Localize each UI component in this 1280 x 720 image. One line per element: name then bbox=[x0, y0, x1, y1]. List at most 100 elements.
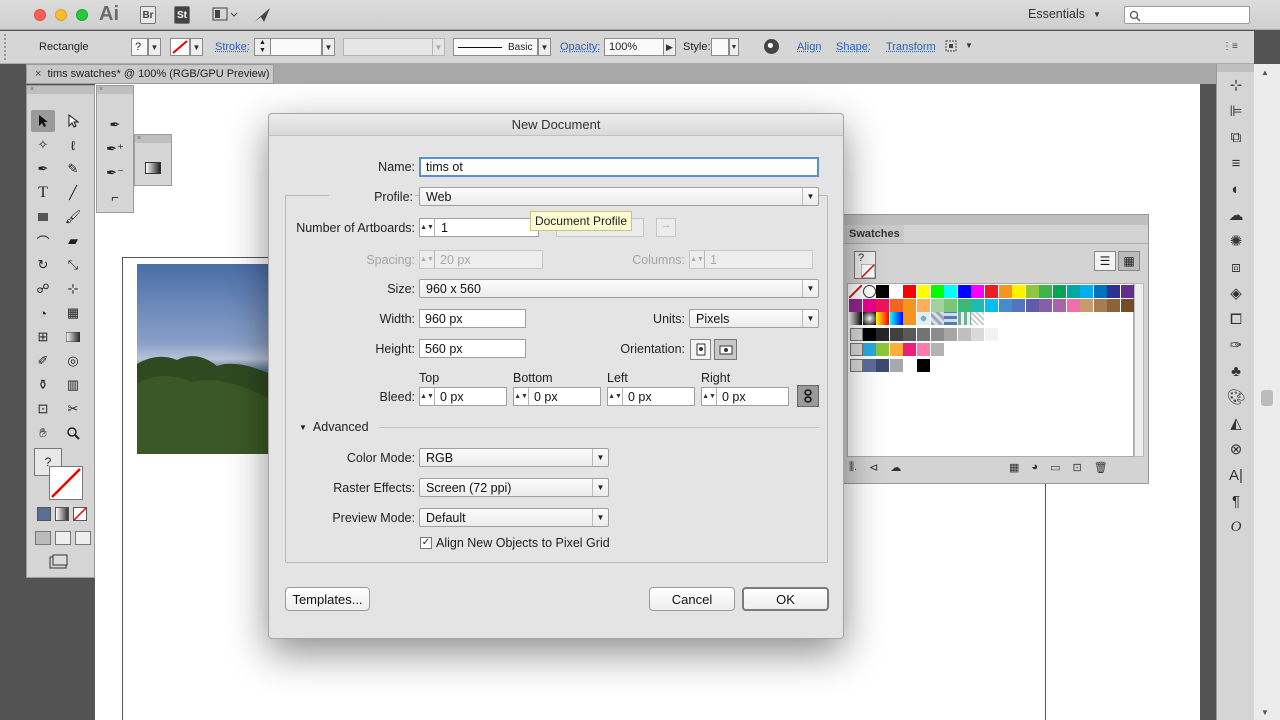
control-bar-grip[interactable] bbox=[4, 34, 9, 60]
bleed-left-input[interactable]: ▲▼ 0 px bbox=[607, 387, 695, 406]
swatch[interactable] bbox=[1053, 285, 1066, 298]
lasso-tool-icon[interactable]: ℓ bbox=[61, 134, 85, 156]
align-link[interactable]: Align bbox=[797, 41, 821, 53]
swatch[interactable] bbox=[944, 285, 957, 298]
paragraph-panel-icon[interactable]: ¶ bbox=[1217, 488, 1255, 514]
workspace-switcher[interactable]: Essentials ▼ bbox=[1028, 7, 1101, 21]
delete-swatch-icon[interactable]: 🗑︎ bbox=[1094, 461, 1108, 474]
height-input[interactable]: 560 px bbox=[419, 339, 526, 358]
swatch[interactable] bbox=[931, 343, 944, 356]
appearance-panel-icon[interactable]: ✺ bbox=[1217, 228, 1255, 254]
swatch-options-icon[interactable]: ▦ bbox=[1009, 461, 1019, 474]
swatch-pattern[interactable] bbox=[849, 312, 862, 325]
swatch[interactable] bbox=[863, 359, 876, 372]
ok-button[interactable]: OK bbox=[742, 587, 829, 611]
eyedropper-tool-icon[interactable]: ✐ bbox=[31, 350, 55, 372]
swatch[interactable] bbox=[890, 328, 903, 341]
swatch[interactable] bbox=[876, 299, 889, 312]
thumbnail-view-button[interactable]: ▦ bbox=[1118, 251, 1140, 271]
draw-behind-icon[interactable] bbox=[55, 531, 71, 545]
swatch-none[interactable] bbox=[849, 285, 862, 298]
swatch-pattern[interactable] bbox=[890, 312, 903, 325]
swatch[interactable] bbox=[890, 343, 903, 356]
transparency-panel-icon[interactable]: ◐ bbox=[1217, 176, 1255, 202]
draw-inside-icon[interactable] bbox=[75, 531, 91, 545]
swatch[interactable] bbox=[1026, 285, 1039, 298]
swatch[interactable] bbox=[917, 359, 930, 372]
show-swatch-kinds-icon[interactable]: ⊲ bbox=[869, 461, 878, 474]
link-bleed-icon[interactable] bbox=[797, 385, 819, 407]
swatch[interactable] bbox=[944, 299, 957, 312]
swatch[interactable] bbox=[931, 285, 944, 298]
swatch[interactable] bbox=[876, 285, 889, 298]
stroke-panel-icon[interactable]: ≡ bbox=[1217, 150, 1255, 176]
hand-tool-icon[interactable]: ✋︎ bbox=[31, 422, 55, 444]
recolor-artwork-icon[interactable] bbox=[764, 39, 779, 54]
stroke-swatch[interactable] bbox=[170, 38, 190, 56]
arrange-direction-button[interactable]: → bbox=[656, 218, 676, 237]
swatch[interactable] bbox=[1107, 285, 1120, 298]
swatch[interactable] bbox=[917, 285, 930, 298]
scroll-up-icon[interactable]: ▲ bbox=[1261, 68, 1269, 77]
swatch[interactable] bbox=[944, 328, 957, 341]
pen-tool-icon[interactable]: ✒ bbox=[103, 114, 127, 136]
arrange-documents-icon[interactable] bbox=[212, 7, 238, 23]
swatch[interactable] bbox=[971, 299, 984, 312]
brush-dropdown[interactable]: ▼ bbox=[538, 38, 551, 56]
swatch[interactable] bbox=[971, 328, 984, 341]
color-guide-panel-icon[interactable]: ◭ bbox=[1217, 410, 1255, 436]
perspective-grid-tool-icon[interactable]: ▦ bbox=[61, 302, 85, 324]
swatch[interactable] bbox=[863, 299, 876, 312]
flyout-header[interactable]: × bbox=[97, 86, 133, 94]
swatch[interactable] bbox=[903, 359, 916, 372]
raster-effects-select[interactable]: Screen (72 ppi) ▼ bbox=[419, 478, 609, 497]
graphic-styles-panel-icon[interactable]: ⧈ bbox=[1217, 254, 1255, 280]
width-input[interactable]: 960 px bbox=[419, 309, 526, 328]
opacity-slider-button[interactable]: ▶ bbox=[663, 38, 676, 56]
close-window-button[interactable] bbox=[34, 9, 46, 21]
magic-wand-tool-icon[interactable]: ✧ bbox=[31, 134, 55, 156]
gpu-performance-icon[interactable] bbox=[252, 6, 272, 24]
free-transform-tool-icon[interactable]: ⊹ bbox=[61, 278, 85, 300]
close-tab-icon[interactable]: × bbox=[35, 68, 41, 80]
anchor-point-tool-icon[interactable]: ⌐ bbox=[103, 186, 127, 208]
swatch-pattern[interactable] bbox=[944, 312, 957, 325]
swatch[interactable] bbox=[1067, 285, 1080, 298]
swatch[interactable] bbox=[985, 285, 998, 298]
swatch[interactable] bbox=[903, 299, 916, 312]
search-input[interactable] bbox=[1124, 6, 1250, 24]
paintbrush-tool-icon[interactable]: 🖌︎ bbox=[61, 206, 85, 228]
columns-input[interactable]: ▲▼ 1 bbox=[689, 250, 813, 269]
swatch[interactable] bbox=[917, 328, 930, 341]
flyout-header[interactable]: × bbox=[135, 135, 171, 143]
stroke-link[interactable]: Stroke: bbox=[215, 41, 250, 53]
new-color-group-icon[interactable]: ▭ bbox=[1050, 461, 1060, 474]
reference-point-icon[interactable] bbox=[944, 39, 960, 55]
vertical-scrollbar[interactable]: ▲ ▼ bbox=[1254, 64, 1280, 720]
swatches-tab[interactable]: Swatches bbox=[844, 225, 904, 243]
color-mode-select[interactable]: RGB ▼ bbox=[419, 448, 609, 467]
new-swatch-icon[interactable]: ⊡ bbox=[1072, 461, 1081, 474]
opacity-input[interactable]: 100% bbox=[604, 38, 664, 56]
gradient-tool-icon[interactable] bbox=[145, 162, 161, 174]
swatch[interactable] bbox=[890, 285, 903, 298]
shape-link[interactable]: Shape: bbox=[836, 41, 871, 53]
symbols-panel-icon[interactable]: ♣ bbox=[1217, 358, 1255, 384]
swatch[interactable] bbox=[985, 328, 998, 341]
swatch[interactable] bbox=[876, 328, 889, 341]
swatch[interactable] bbox=[917, 299, 930, 312]
add-anchor-point-tool-icon[interactable]: ✒⁺ bbox=[103, 138, 127, 160]
portrait-icon[interactable] bbox=[690, 339, 711, 360]
transform-link[interactable]: Transform bbox=[886, 41, 936, 53]
stroke-weight-input[interactable] bbox=[270, 38, 322, 56]
placed-photo[interactable] bbox=[137, 264, 270, 454]
swatches-panel-header[interactable] bbox=[844, 215, 1148, 225]
slice-tool-icon[interactable]: ✂ bbox=[61, 398, 85, 420]
swatch[interactable] bbox=[890, 359, 903, 372]
swatch-pattern[interactable] bbox=[931, 312, 944, 325]
swatch[interactable] bbox=[1012, 299, 1025, 312]
artboards-panel-icon[interactable]: ⊹ bbox=[1217, 72, 1255, 98]
swatch[interactable] bbox=[958, 328, 971, 341]
screen-mode-icon[interactable] bbox=[49, 554, 69, 570]
swatch[interactable] bbox=[903, 343, 916, 356]
